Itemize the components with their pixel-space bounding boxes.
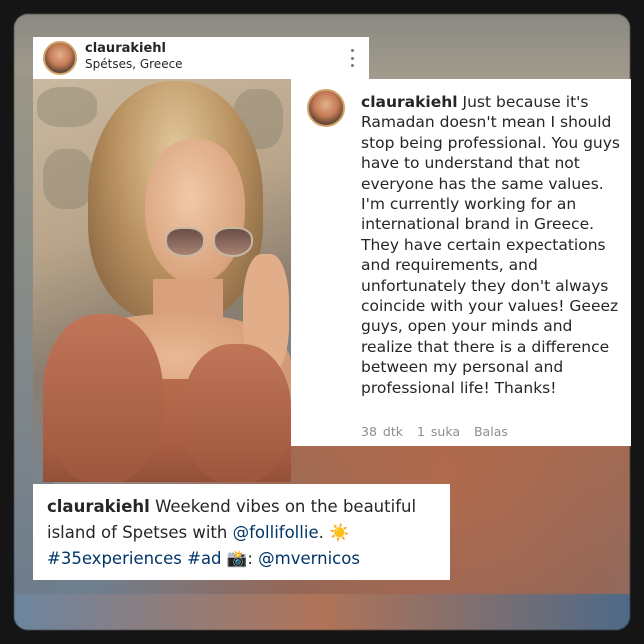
post-photo[interactable] <box>33 79 291 482</box>
comment-text: Just because it's Ramadan doesn't mean I… <box>361 93 620 397</box>
post-header: claurakiehl Spétses, Greece <box>33 37 369 79</box>
photo-sleeve <box>183 344 291 482</box>
image-frame: claurakiehl Spétses, Greece claurakiehl … <box>0 0 644 644</box>
stone-wall-detail <box>43 149 93 209</box>
comment-meta: 38 dtk 1 suka Balas <box>361 424 516 439</box>
camera-emoji-icon: 📸 <box>226 549 248 568</box>
hashtag-ad[interactable]: #ad <box>187 549 221 568</box>
reply-button[interactable]: Balas <box>474 424 508 439</box>
caption-text-part2: . <box>318 523 324 542</box>
post-username[interactable]: claurakiehl <box>85 41 166 56</box>
caption-username[interactable]: claurakiehl <box>47 497 150 516</box>
comment-time: 38 dtk <box>361 424 403 439</box>
blurred-background-bottom <box>14 594 630 630</box>
mention-follifollie[interactable]: @follifollie <box>233 523 319 542</box>
comment-card: claurakiehl Just because it's Ramadan do… <box>291 79 631 446</box>
sun-emoji-icon: ☀️ <box>329 523 350 542</box>
photo-sunglasses <box>165 227 257 263</box>
comment-avatar[interactable] <box>307 89 345 127</box>
comment-username[interactable]: claurakiehl <box>361 93 458 111</box>
caption-colon: : <box>247 549 253 568</box>
photo-sleeve <box>43 314 163 482</box>
profile-avatar[interactable] <box>43 41 77 75</box>
vertical-ellipsis-icon[interactable] <box>349 49 355 67</box>
mention-mvernicos[interactable]: @mvernicos <box>258 549 360 568</box>
comment-body: claurakiehl Just because it's Ramadan do… <box>361 92 623 398</box>
caption-body: claurakiehl Weekend vibes on the beautif… <box>47 494 442 572</box>
post-caption: claurakiehl Weekend vibes on the beautif… <box>33 484 450 580</box>
post-location[interactable]: Spétses, Greece <box>85 57 183 71</box>
comment-likes[interactable]: 1 suka <box>417 424 460 439</box>
stone-wall-detail <box>37 87 97 127</box>
hashtag-35experiences[interactable]: #35experiences <box>47 549 182 568</box>
